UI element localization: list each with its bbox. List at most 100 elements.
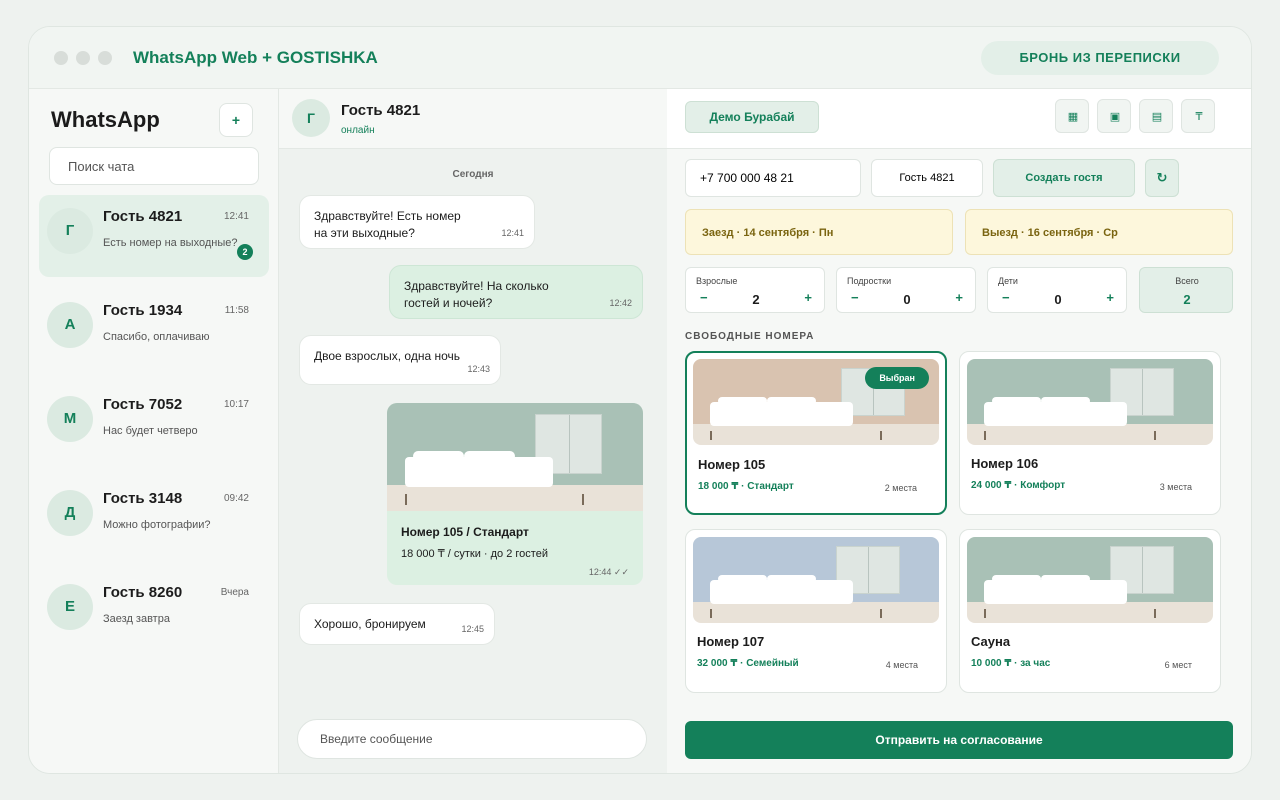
message-text: Хорошо, бронируем: [314, 617, 426, 631]
increment-button[interactable]: +: [804, 290, 812, 305]
increment-button[interactable]: +: [1106, 290, 1114, 305]
room-capacity: 6 мест: [1164, 660, 1192, 670]
chat-name: Гость 8260: [103, 584, 183, 601]
room-name: Сауна: [971, 634, 1011, 649]
avatar: М: [47, 396, 93, 442]
chat-list-item[interactable]: Е Гость 8260 Вчера Заезд завтра: [39, 571, 269, 653]
outgoing-message: Здравствуйте! На сколько гостей и ночей?…: [389, 265, 643, 319]
guest-name-input[interactable]: [871, 159, 983, 197]
app-title: WhatsApp Web + GOSTISHKA: [133, 48, 378, 67]
chat-name: Гость 7052: [103, 396, 183, 413]
message-text: Двое взрослых, одна ночь: [314, 349, 461, 363]
chat-last-message: Можно фотографии?: [103, 519, 211, 531]
square-icon: ▣: [1109, 111, 1121, 123]
total-value: 2: [1183, 292, 1191, 307]
booking-toolbar: Демо Бурабай ▦ ▣ ▤ ₸: [667, 89, 1251, 149]
room-price: 10 000 ₸ · за час: [971, 658, 1051, 669]
chat-name: Гость 4821: [103, 208, 183, 225]
room-card-105[interactable]: Выбран Номер 105 18 000 ₸ · Стандарт 2 м…: [685, 351, 947, 515]
children-counter: Дети − 0 +: [987, 267, 1127, 313]
day-separator: Сегодня: [452, 169, 494, 180]
list-view-button[interactable]: ▤: [1139, 99, 1173, 133]
refresh-icon: ↻: [1156, 170, 1168, 185]
send-for-approval-button[interactable]: Отправить на согласование: [685, 721, 1233, 759]
room-price: 32 000 ₸ · Семейный: [697, 658, 799, 669]
chat-list-item[interactable]: А Гость 1934 11:58 Спасибо, оплачиваю: [39, 289, 269, 371]
chat-search-input[interactable]: [49, 147, 259, 185]
available-rooms-title: СВОБОДНЫЕ НОМЕРА: [685, 331, 815, 342]
message-time: 12:44 ✓✓: [588, 567, 629, 577]
booking-panel: Демо Бурабай ▦ ▣ ▤ ₸ Создать гостя ↻ Зае…: [667, 89, 1251, 773]
message-text: гостей и ночей?: [404, 296, 493, 310]
square-view-button[interactable]: ▣: [1097, 99, 1131, 133]
chat-last-message: Заезд завтра: [103, 613, 170, 625]
window-minimize-dot[interactable]: [76, 51, 90, 65]
selected-badge: Выбран: [865, 367, 929, 389]
message-time: 12:45: [461, 624, 484, 634]
chat-last-message: Есть номер на выходные?: [103, 237, 238, 249]
list-icon: ▤: [1151, 111, 1163, 123]
room-photo: [387, 403, 643, 511]
room-price: 24 000 ₸ · Комфорт: [971, 480, 1066, 491]
grid-view-button[interactable]: ▦: [1055, 99, 1089, 133]
message-text: на эти выходные?: [314, 226, 415, 240]
room-price: 18 000 ₸ · Стандарт: [698, 481, 794, 492]
message-time: 12:41: [501, 228, 524, 238]
incoming-message: Хорошо, бронируем 12:45: [299, 603, 495, 645]
message-text: Здравствуйте! На сколько: [404, 279, 549, 293]
chat-time: 09:42: [223, 493, 249, 504]
chat-list-item[interactable]: Г Гость 4821 12:41 Есть номер на выходны…: [39, 195, 269, 277]
tenge-icon: ₸: [1195, 111, 1203, 123]
chat-list-item[interactable]: М Гость 7052 10:17 Нас будет четверо: [39, 383, 269, 465]
chat-name: Гость 3148: [103, 490, 183, 507]
property-selector-button[interactable]: Демо Бурабай: [685, 101, 819, 133]
avatar: Г: [292, 99, 330, 137]
counter-label: Взрослые: [696, 276, 738, 286]
avatar: Г: [47, 208, 93, 254]
room-name: Номер 105: [698, 457, 766, 472]
room-photo: [967, 537, 1213, 623]
chat-time: 11:58: [224, 305, 249, 316]
chat-name: Гость 1934: [103, 302, 183, 319]
new-chat-button[interactable]: +: [219, 103, 253, 137]
room-photo: [693, 537, 939, 623]
conversation-header: Г Гость 4821 онлайн: [279, 89, 667, 149]
contact-status: онлайн: [341, 125, 375, 136]
total-label: Всего: [1175, 276, 1199, 286]
message-input[interactable]: [297, 719, 647, 759]
counter-label: Дети: [998, 276, 1018, 286]
room-card-107[interactable]: Номер 107 32 000 ₸ · Семейный 4 места: [685, 529, 947, 693]
chat-time: 12:41: [223, 211, 249, 222]
checkin-date[interactable]: Заезд · 14 сентября · Пн: [685, 209, 953, 255]
window-maximize-dot[interactable]: [98, 51, 112, 65]
room-name: Номер 106: [971, 456, 1039, 471]
refresh-button[interactable]: ↻: [1145, 159, 1179, 197]
message-time: 12:43: [467, 364, 490, 374]
phone-input[interactable]: [685, 159, 861, 197]
grid-icon: ▦: [1067, 111, 1079, 123]
window-close-dot[interactable]: [54, 51, 68, 65]
create-guest-button[interactable]: Создать гостя: [993, 159, 1135, 197]
avatar: Е: [47, 584, 93, 630]
increment-button[interactable]: +: [955, 290, 963, 305]
contact-name: Гость 4821: [341, 102, 421, 119]
avatar: А: [47, 302, 93, 348]
room-offer-message[interactable]: Номер 105 / Стандарт 18 000 ₸ / сутки · …: [387, 403, 643, 585]
incoming-message: Двое взрослых, одна ночь 12:43: [299, 335, 501, 385]
chat-last-message: Нас будет четверо: [103, 425, 198, 437]
room-card-sauna[interactable]: Сауна 10 000 ₸ · за час 6 мест: [959, 529, 1221, 693]
app-window: WhatsApp Web + GOSTISHKA БРОНЬ ИЗ ПЕРЕПИ…: [28, 26, 1252, 774]
pricing-button[interactable]: ₸: [1181, 99, 1215, 133]
adults-counter: Взрослые − 2 +: [685, 267, 825, 313]
offer-title: Номер 105 / Стандарт: [401, 525, 529, 539]
room-card-106[interactable]: Номер 106 24 000 ₸ · Комфорт 3 места: [959, 351, 1221, 515]
room-photo: [967, 359, 1213, 445]
counter-label: Подростки: [847, 276, 892, 286]
chat-list-item[interactable]: Д Гость 3148 09:42 Можно фотографии?: [39, 477, 269, 559]
checkout-date[interactable]: Выезд · 16 сентября · Ср: [965, 209, 1233, 255]
booking-from-chat-pill[interactable]: БРОНЬ ИЗ ПЕРЕПИСКИ: [981, 41, 1219, 75]
message-text: Здравствуйте! Есть номер: [314, 209, 461, 223]
incoming-message: Здравствуйте! Есть номер на эти выходные…: [299, 195, 535, 249]
room-capacity: 2 места: [884, 483, 917, 493]
chat-time: Вчера: [220, 587, 249, 598]
